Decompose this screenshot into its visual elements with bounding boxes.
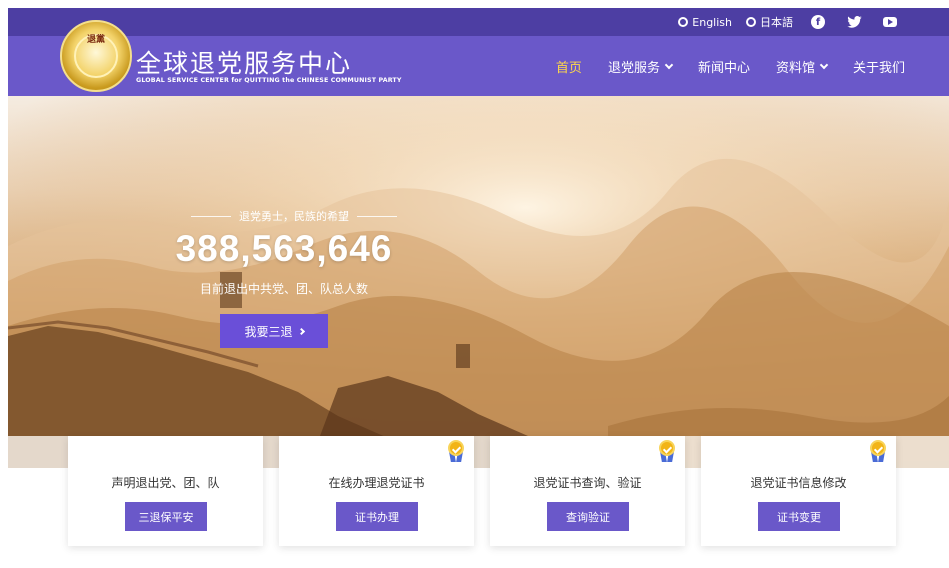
hero-banner: 退党勇士，民族的希望 388,563,646 目前退出中共党、团、队总人数 我要…	[8, 96, 949, 468]
main-nav: 首页 退党服务 新闻中心 资料馆 关于我们	[556, 36, 905, 96]
service-card-modify: 退党证书信息修改 证书变更	[701, 436, 896, 546]
service-card-title: 声明退出党、团、队	[111, 476, 220, 490]
certificate-badge-icon	[659, 440, 675, 464]
great-wall-landscape-image	[8, 96, 949, 468]
service-card-certificate: 在线办理退党证书 证书办理	[279, 436, 474, 546]
nav-item-home[interactable]: 首页	[556, 57, 582, 76]
nav-item-label: 资料馆	[775, 60, 815, 76]
facebook-icon: f	[811, 15, 825, 29]
chevron-down-icon	[664, 60, 674, 69]
certificate-badge-icon	[870, 440, 886, 464]
divider	[357, 215, 397, 217]
chevron-right-icon	[297, 327, 305, 335]
twitter-link[interactable]	[843, 13, 865, 31]
twitter-icon	[846, 16, 862, 28]
globe-icon	[746, 17, 756, 27]
language-english-link[interactable]: English	[678, 16, 732, 29]
nav-item-about[interactable]: 关于我们	[853, 57, 905, 76]
hero-tagline-text: 退党勇士，民族的希望	[239, 210, 349, 223]
service-card-title: 在线办理退党证书	[328, 476, 425, 490]
site-title[interactable]: 全球退党服务中心	[136, 44, 352, 80]
facebook-link[interactable]: f	[807, 13, 829, 31]
declare-quit-button[interactable]: 三退保平安	[125, 502, 207, 531]
modify-certificate-button[interactable]: 证书变更	[758, 502, 840, 531]
nav-item-label: 新闻中心	[697, 60, 750, 76]
youtube-icon	[883, 17, 897, 27]
quit-now-button-label: 我要三退	[244, 324, 293, 339]
quit-now-button[interactable]: 我要三退	[220, 314, 328, 348]
nav-item-label: 退党服务	[607, 60, 660, 76]
hero-tagline: 退党勇士，民族的希望	[174, 208, 414, 224]
nav-item-quit-service[interactable]: 退党服务	[607, 57, 674, 76]
quit-count-label: 目前退出中共党、团、队总人数	[199, 282, 368, 296]
divider	[191, 215, 231, 217]
youtube-link[interactable]	[879, 13, 901, 31]
language-english-label: English	[692, 15, 732, 29]
language-japanese-link[interactable]: 日本語	[746, 14, 793, 30]
nav-item-label: 关于我们	[852, 60, 905, 76]
globe-icon	[678, 17, 689, 27]
service-card-title: 退党证书信息修改	[750, 476, 847, 490]
service-card-declare: 声明退出党、团、队 三退保平安	[68, 436, 263, 546]
service-card-verify: 退党证书查询、验证 查询验证	[490, 436, 685, 546]
top-bar: English 日本語 f	[8, 8, 949, 36]
quit-count: 388,563,646	[175, 228, 393, 269]
language-japanese-label: 日本語	[760, 16, 793, 29]
site-header: 退黨 全球退党服务中心 GLOBAL SERVICE CENTER for QU…	[8, 20, 949, 96]
site-subtitle: GLOBAL SERVICE CENTER for QUITTING the C…	[136, 77, 402, 84]
page-frame: English 日本語 f 退黨 全球退党服务中心 GLOBAL SERVICE…	[8, 8, 949, 568]
logo-seal[interactable]: 退黨	[60, 20, 132, 92]
nav-item-archive[interactable]: 资料馆	[775, 57, 829, 76]
chevron-down-icon	[819, 60, 829, 69]
nav-item-news[interactable]: 新闻中心	[698, 57, 750, 76]
certificate-badge-icon	[448, 440, 464, 464]
service-cards: 声明退出党、团、队 三退保平安 在线办理退党证书 证书办理 退党证书查询、验证 …	[68, 436, 898, 546]
apply-certificate-button[interactable]: 证书办理	[336, 502, 418, 531]
nav-item-label: 首页	[555, 60, 582, 76]
service-card-title: 退党证书查询、验证	[533, 476, 642, 490]
verify-certificate-button[interactable]: 查询验证	[547, 502, 629, 531]
logo-seal-text: 退黨	[86, 35, 105, 45]
